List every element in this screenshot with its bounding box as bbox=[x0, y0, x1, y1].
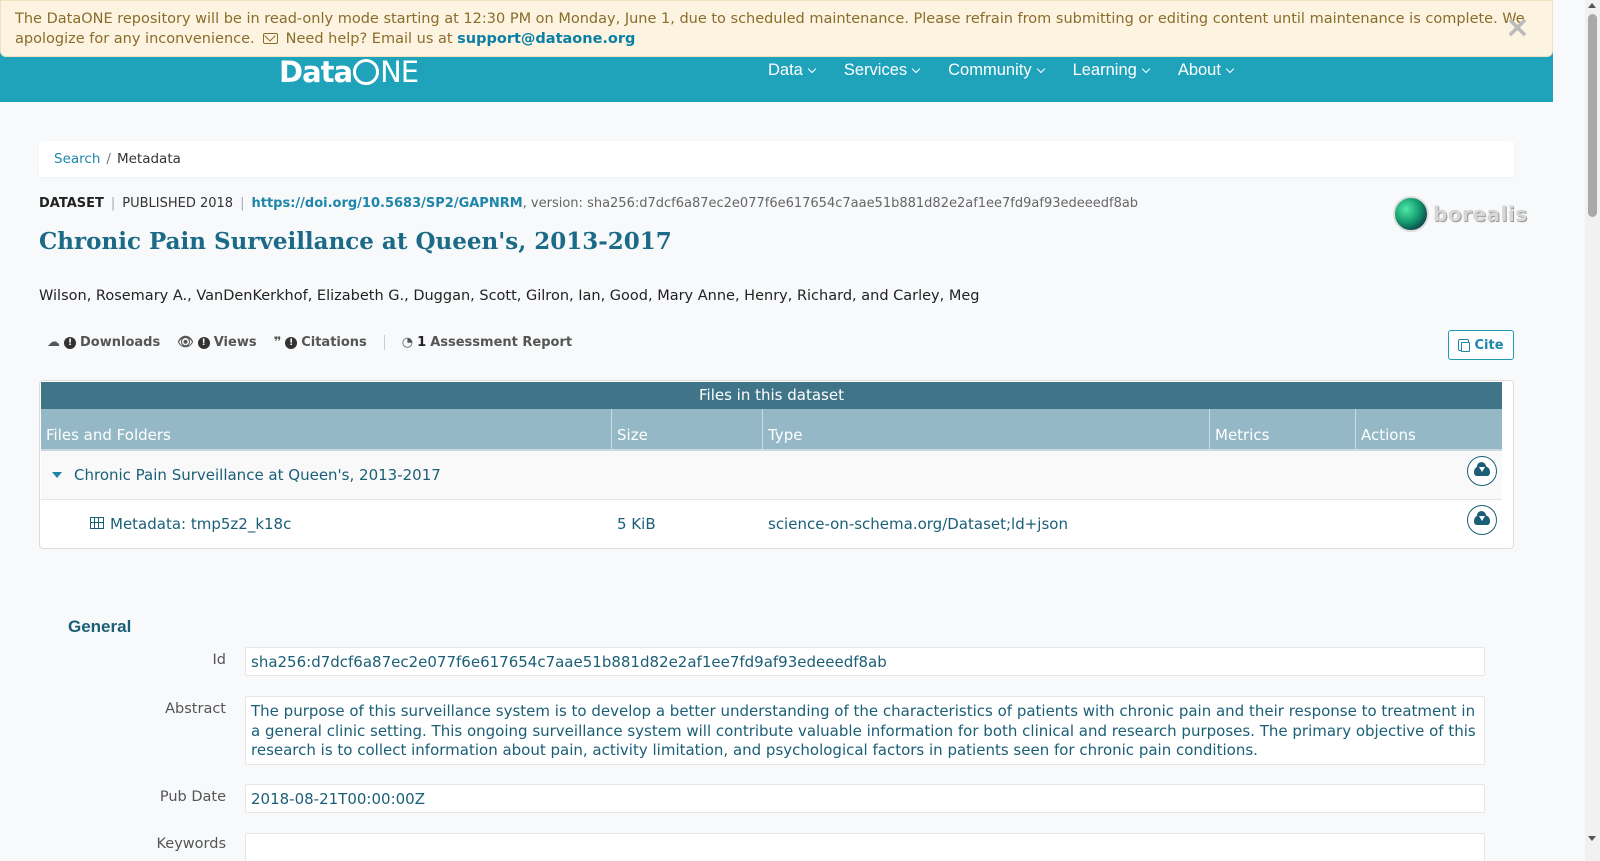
exclamation-icon: ! bbox=[197, 336, 210, 349]
exclamation-icon: ! bbox=[64, 336, 76, 349]
envelope-icon bbox=[262, 33, 278, 44]
borealis-globe-icon bbox=[1393, 196, 1429, 232]
scroll-up-arrow-icon[interactable] bbox=[1588, 3, 1596, 8]
cloud-download-icon bbox=[1474, 511, 1490, 525]
chevron-down-icon bbox=[1036, 64, 1045, 73]
download-folder-button[interactable] bbox=[1467, 456, 1497, 486]
dashboard-icon: ◔ bbox=[401, 335, 414, 350]
copy-icon bbox=[1458, 339, 1471, 352]
caret-down-icon[interactable] bbox=[52, 472, 62, 478]
nav-data[interactable]: Data bbox=[768, 61, 817, 80]
column-header-actions[interactable]: Actions bbox=[1356, 409, 1502, 451]
table-row-file[interactable]: Metadata: tmp5z2_k18c 5 KiB science-on-s… bbox=[41, 500, 1502, 548]
published-year: PUBLISHED 2018 bbox=[122, 196, 234, 211]
column-header-metrics[interactable]: Metrics bbox=[1210, 409, 1356, 451]
scroll-down-arrow-icon[interactable] bbox=[1588, 836, 1596, 841]
nav-community[interactable]: Community bbox=[948, 61, 1045, 80]
scrollbar-thumb[interactable] bbox=[1588, 14, 1597, 217]
column-header-files[interactable]: Files and Folders bbox=[41, 409, 612, 451]
downloads-metric[interactable]: ☁ ! Downloads bbox=[47, 335, 160, 350]
file-type: science-on-schema.org/Dataset;ld+json bbox=[768, 515, 1068, 533]
citations-metric[interactable]: ❞ ! Citations bbox=[274, 335, 367, 350]
field-label-keywords: Keywords bbox=[156, 836, 226, 852]
chevron-down-icon bbox=[1225, 64, 1235, 73]
main-nav: Data Services Community Learning About bbox=[768, 61, 1235, 80]
field-value-id: sha256:d7dcf6a87ec2e077f6e617654c7aae51b… bbox=[245, 647, 1485, 676]
dataset-title: Chronic Pain Surveillance at Queen's, 20… bbox=[39, 228, 672, 255]
quote-icon: ❞ bbox=[273, 335, 282, 350]
borealis-repository-logo[interactable]: borealis bbox=[1393, 196, 1528, 232]
field-label-pubdate: Pub Date bbox=[159, 789, 226, 805]
views-metric[interactable]: 👁 ! Views bbox=[177, 335, 256, 350]
nav-services[interactable]: Services bbox=[844, 61, 921, 80]
breadcrumb-current: Metadata bbox=[116, 151, 181, 167]
file-size: 5 KiB bbox=[617, 515, 656, 533]
field-value-pubdate: 2018-08-21T00:00:00Z bbox=[245, 784, 1485, 813]
metrics-divider bbox=[383, 335, 385, 350]
column-header-size[interactable]: Size bbox=[612, 409, 763, 451]
banner-message: The DataONE repository will be in read-o… bbox=[15, 11, 1525, 47]
maintenance-banner: The DataONE repository will be in read-o… bbox=[0, 0, 1553, 57]
dataone-logo[interactable]: Data NE bbox=[279, 55, 419, 89]
files-table-caption: Files in this dataset bbox=[41, 382, 1502, 409]
nav-learning[interactable]: Learning bbox=[1073, 61, 1151, 80]
download-file-button[interactable] bbox=[1467, 505, 1497, 535]
field-value-keywords bbox=[245, 833, 1485, 861]
chevron-down-icon bbox=[807, 64, 817, 73]
chevron-down-icon bbox=[911, 64, 921, 73]
help-text: Need help? Email us at bbox=[285, 31, 453, 47]
eye-icon: 👁 bbox=[177, 335, 194, 350]
section-title-general: General bbox=[68, 617, 132, 636]
metrics-bar: ☁ ! Downloads 👁 ! Views ❞ ! Citations ◔ … bbox=[47, 335, 589, 350]
field-label-abstract: Abstract bbox=[165, 701, 226, 717]
file-name[interactable]: Metadata: tmp5z2_k18c bbox=[90, 500, 291, 548]
table-row-folder[interactable]: Chronic Pain Surveillance at Queen's, 20… bbox=[41, 451, 1502, 500]
field-value-abstract: The purpose of this surveillance system … bbox=[245, 696, 1485, 765]
field-label-id: Id bbox=[212, 652, 226, 668]
table-icon bbox=[90, 517, 104, 529]
nav-about[interactable]: About bbox=[1178, 61, 1235, 80]
dataset-type-label: DATASET bbox=[39, 196, 104, 211]
chevron-down-icon bbox=[1141, 64, 1151, 73]
scrollbar[interactable] bbox=[1585, 0, 1600, 861]
files-table: Files in this dataset Files and Folders … bbox=[39, 380, 1514, 549]
version-id: , version: sha256:d7dcf6a87ec2e077f6e617… bbox=[522, 196, 1139, 211]
breadcrumb-search-link[interactable]: Search bbox=[54, 151, 100, 167]
cloud-download-icon bbox=[1474, 462, 1490, 476]
dataset-authors: Wilson, Rosemary A., VanDenKerkhof, Eliz… bbox=[39, 288, 980, 304]
close-banner-button[interactable]: × bbox=[1505, 13, 1530, 43]
breadcrumb: Search / Metadata bbox=[39, 141, 1514, 177]
assessment-report-link[interactable]: ◔ 1 Assessment Report bbox=[402, 335, 572, 350]
doi-link[interactable]: https://doi.org/10.5683/SP2/GAPNRM bbox=[251, 196, 522, 211]
exclamation-icon: ! bbox=[285, 336, 298, 349]
cloud-download-icon: ☁ bbox=[47, 335, 60, 350]
cite-button[interactable]: Cite bbox=[1448, 330, 1514, 360]
column-header-type[interactable]: Type bbox=[763, 409, 1210, 451]
files-table-header: Files and Folders Size Type Metrics Acti… bbox=[41, 409, 1502, 451]
support-email-link[interactable]: support@dataone.org bbox=[457, 31, 635, 47]
citation-line: DATASET | PUBLISHED 2018 | https://doi.org/1… bbox=[39, 196, 1139, 211]
folder-name[interactable]: Chronic Pain Surveillance at Queen's, 20… bbox=[74, 451, 441, 500]
